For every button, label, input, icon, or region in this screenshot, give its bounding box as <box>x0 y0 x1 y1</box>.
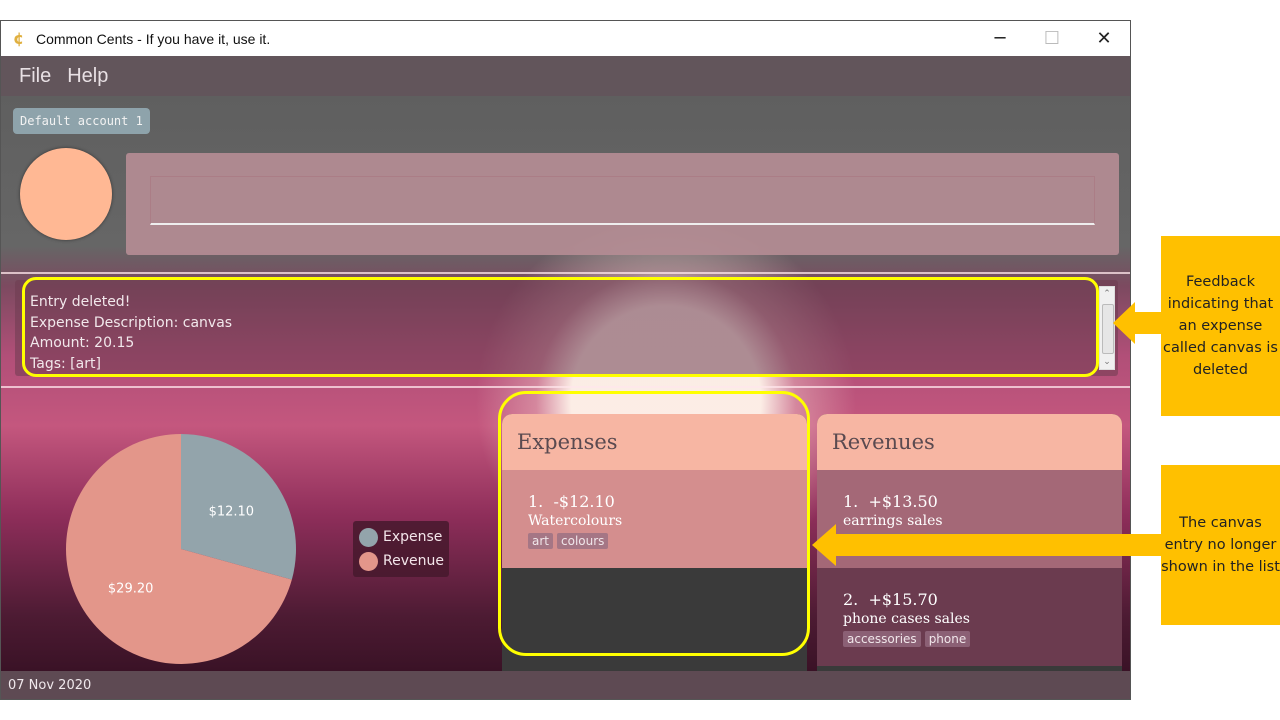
entry-description: phone cases sales <box>843 611 970 627</box>
expenses-title: Expenses <box>517 430 618 454</box>
avatar <box>20 148 112 240</box>
divider <box>1 386 1130 388</box>
divider <box>1 272 1130 274</box>
tag: colours <box>557 533 609 549</box>
expenses-panel: Expenses 1. -$12.10 Watercolours art col… <box>502 414 807 684</box>
result-display: Entry deleted! Expense Description: canv… <box>15 280 1118 376</box>
menu-bar: File Help <box>1 56 1130 96</box>
expense-list-item[interactable]: 1. -$12.10 Watercolours art colours <box>502 470 807 568</box>
pie-chart: $12.10 $29.20 <box>65 433 297 665</box>
pie-label-revenue: $29.20 <box>108 581 153 596</box>
expenses-header: Expenses <box>502 414 807 470</box>
legend-label: Expense <box>383 529 443 545</box>
arrow-shaft <box>835 534 1163 556</box>
pie-chart-svg: $12.10 $29.20 <box>66 434 296 664</box>
legend-swatch-expense <box>359 527 378 547</box>
pie-label-expense: $12.10 <box>209 505 255 520</box>
arrow-left-icon <box>812 524 836 566</box>
scroll-down-icon[interactable]: ⌄ <box>1100 355 1114 369</box>
result-message: Entry deleted! Expense Description: canv… <box>30 294 233 372</box>
entry-description: Watercolours <box>528 513 623 529</box>
arrow-left-icon <box>1113 302 1135 344</box>
list-callout: The canvas entry no longer shown in the … <box>1161 465 1280 625</box>
entry-description: earrings sales <box>843 513 943 529</box>
scroll-up-icon[interactable]: ⌃ <box>1100 287 1114 301</box>
revenues-header: Revenues <box>817 414 1122 470</box>
entry-tags: accessories phone <box>843 631 971 647</box>
feedback-callout: Feedback indicating that an expense call… <box>1161 236 1280 416</box>
legend-swatch-revenue <box>359 551 378 571</box>
chart-legend: Expense Revenue <box>353 521 449 577</box>
command-box <box>126 153 1119 255</box>
tag: accessories <box>843 631 921 647</box>
status-bar: 07 Nov 2020 <box>1 671 1130 699</box>
entry-amount: 1. -$12.10 <box>528 492 615 511</box>
entry-amount: 2. +$15.70 <box>843 590 938 609</box>
status-date: 07 Nov 2020 <box>8 678 92 693</box>
window-title: Common Cents - If you have it, use it. <box>36 30 271 47</box>
entry-amount: 1. +$13.50 <box>843 492 938 511</box>
legend-item-revenue: Revenue <box>359 549 449 573</box>
tag: phone <box>924 631 971 647</box>
legend-label: Revenue <box>383 553 444 569</box>
menu-help[interactable]: Help <box>67 65 108 88</box>
revenues-title: Revenues <box>832 430 935 454</box>
app-logo-icon: ¢ <box>13 29 25 48</box>
menu-file[interactable]: File <box>19 65 51 88</box>
main-content: Default account 1 Entry deleted! Expense… <box>1 96 1130 684</box>
command-input[interactable] <box>150 176 1095 225</box>
maximize-button[interactable]: ☐ <box>1026 21 1078 56</box>
arrow-shaft <box>1133 312 1163 334</box>
title-bar: ¢ Common Cents - If you have it, use it.… <box>1 21 1130 56</box>
app-window: ¢ Common Cents - If you have it, use it.… <box>0 20 1131 700</box>
minimize-button[interactable]: ─ <box>974 21 1026 56</box>
revenue-list-item[interactable]: 2. +$15.70 phone cases sales accessories… <box>817 568 1122 666</box>
legend-item-expense: Expense <box>359 525 449 549</box>
entry-tags: art colours <box>528 533 609 549</box>
close-button[interactable]: ✕ <box>1078 21 1130 56</box>
account-name-badge: Default account 1 <box>13 108 150 134</box>
tag: art <box>528 533 553 549</box>
